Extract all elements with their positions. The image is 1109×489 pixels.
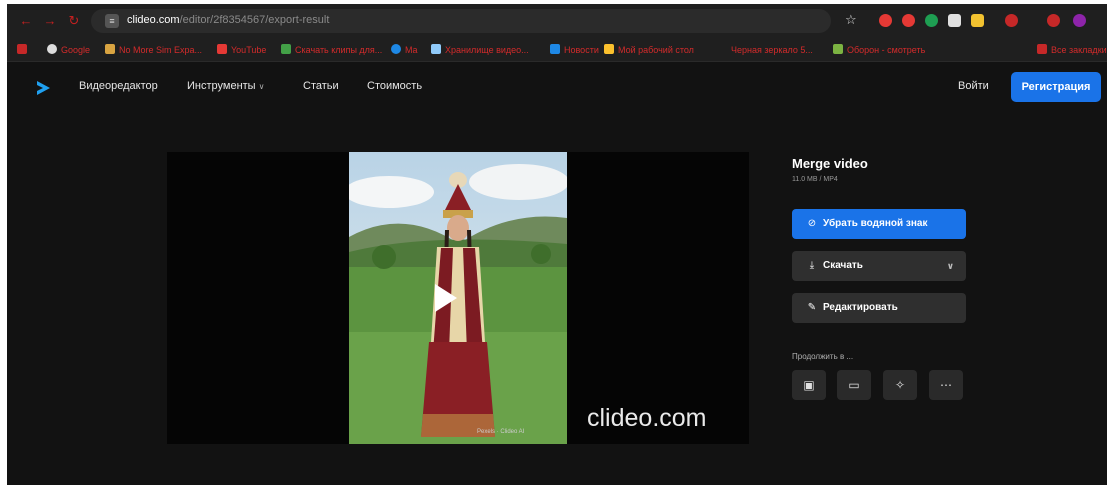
play-icon[interactable] xyxy=(435,284,457,312)
all-bookmarks[interactable]: Все закладки xyxy=(1037,43,1107,57)
bookmark-label: Оборон - смотреть xyxy=(847,45,926,55)
clideo-logo-icon[interactable] xyxy=(35,80,51,96)
nav-articles[interactable]: Статьи xyxy=(303,80,339,92)
back-icon[interactable]: ← xyxy=(17,12,35,30)
extension-icon[interactable] xyxy=(902,14,915,27)
site-header: Видеоредактор Инструменты ∨ Статьи Стоим… xyxy=(7,62,1107,114)
browser-toolbar: ← → ↻ ≡ clideo.com/editor/2f8354567/expo… xyxy=(7,4,1107,38)
bookmark-item[interactable]: Новости xyxy=(550,43,599,57)
extension-icon[interactable] xyxy=(971,14,984,27)
bookmark-label: Скачать клипы для... xyxy=(295,45,383,55)
bookmark-label: YouTube xyxy=(231,45,267,55)
source-credit: Pexels · Clideo AI xyxy=(477,429,525,435)
nav-tools-label: Инструменты xyxy=(187,80,256,92)
login-link[interactable]: Войти xyxy=(958,80,989,92)
edit-label: Редактировать xyxy=(823,302,898,313)
bookmark-item[interactable]: YouTube xyxy=(217,43,266,57)
url-text: clideo.com/editor/2f8354567/export-resul… xyxy=(127,14,329,26)
bookmark-label: No More Sim Expa... xyxy=(119,45,203,55)
download-label: Скачать xyxy=(823,260,863,271)
video-thumbnail xyxy=(349,152,567,444)
bookmarks-bar: Google No More Sim Expa... YouTube Скача… xyxy=(7,38,1107,62)
continue-in-label: Продолжить в ... xyxy=(792,352,854,361)
forward-icon[interactable]: → xyxy=(41,12,59,30)
url-path: /editor/2f8354567/export-result xyxy=(179,14,330,26)
apps-icon[interactable] xyxy=(17,43,31,57)
bookmark-item[interactable]: Ma xyxy=(391,43,418,57)
screen: ← → ↻ ≡ clideo.com/editor/2f8354567/expo… xyxy=(7,4,1107,485)
bookmark-label: Хранилище видео... xyxy=(445,45,529,55)
bookmark-item[interactable]: Google xyxy=(47,43,90,57)
edit-button[interactable]: ✎ Редактировать xyxy=(792,293,966,323)
file-meta: 11.0 MB / MP4 xyxy=(792,176,838,183)
bookmark-label: Все закладки xyxy=(1051,45,1107,55)
remove-watermark-button[interactable]: ⊘ Убрать водяной знак xyxy=(792,209,966,239)
pencil-icon: ✎ xyxy=(807,302,817,313)
shield-extension-icon[interactable] xyxy=(925,14,938,27)
bookmark-label: Черная зеркало 5... xyxy=(731,45,813,55)
effects-tool-icon[interactable]: ✧ xyxy=(883,370,917,400)
url-domain: clideo.com xyxy=(127,14,180,26)
bookmark-label: Мой рабочий стол xyxy=(618,45,694,55)
download-button[interactable]: ⤓ Скачать ∨ xyxy=(792,251,966,281)
play-tool-icon[interactable]: ▣ xyxy=(792,370,826,400)
download-icon: ⤓ xyxy=(809,260,815,271)
nav-pricing[interactable]: Стоимость xyxy=(367,80,422,92)
chevron-down-icon[interactable]: ∨ xyxy=(947,251,954,281)
bookmark-item[interactable]: Мой рабочий стол xyxy=(604,43,694,57)
bookmark-label: Google xyxy=(61,45,91,55)
avatar[interactable] xyxy=(1073,14,1086,27)
extension-icon[interactable] xyxy=(879,14,892,27)
profile-icon[interactable] xyxy=(1047,14,1060,27)
bookmark-item[interactable]: Оборон - смотреть xyxy=(833,43,925,57)
reload-icon[interactable]: ↻ xyxy=(65,12,83,30)
extension-icon[interactable] xyxy=(1005,14,1018,27)
bookmark-star-icon[interactable]: ☆ xyxy=(845,12,857,28)
nav-video-editor[interactable]: Видеоредактор xyxy=(79,80,158,92)
file-title: Merge video xyxy=(792,156,868,171)
extension-icon[interactable] xyxy=(948,14,961,27)
signup-button[interactable]: Регистрация xyxy=(1011,72,1101,102)
site-info-icon[interactable]: ≡ xyxy=(105,14,119,28)
bookmark-item[interactable]: Хранилище видео... xyxy=(431,43,529,57)
watermark-text: clideo.com xyxy=(587,404,707,432)
bookmark-item[interactable]: Черная зеркало 5... xyxy=(731,43,813,57)
nav-tools[interactable]: Инструменты ∨ xyxy=(187,80,265,92)
address-bar[interactable]: ≡ clideo.com/editor/2f8354567/export-res… xyxy=(91,9,831,33)
video-player[interactable]: Pexels · Clideo AI clideo.com xyxy=(167,152,749,444)
bookmark-label: Новости xyxy=(564,45,599,55)
bookmark-label: Ma xyxy=(405,45,418,55)
subtitle-tool-icon[interactable]: ▭ xyxy=(837,370,871,400)
remove-watermark-label: Убрать водяной знак xyxy=(823,218,928,229)
bookmark-item[interactable]: Скачать клипы для... xyxy=(281,43,382,57)
bookmark-item[interactable]: No More Sim Expa... xyxy=(105,43,202,57)
chevron-down-icon: ∨ xyxy=(258,82,265,91)
more-options-icon[interactable]: ⋯ xyxy=(929,370,963,400)
no-watermark-icon: ⊘ xyxy=(807,218,817,229)
video-frame-image xyxy=(349,152,567,444)
